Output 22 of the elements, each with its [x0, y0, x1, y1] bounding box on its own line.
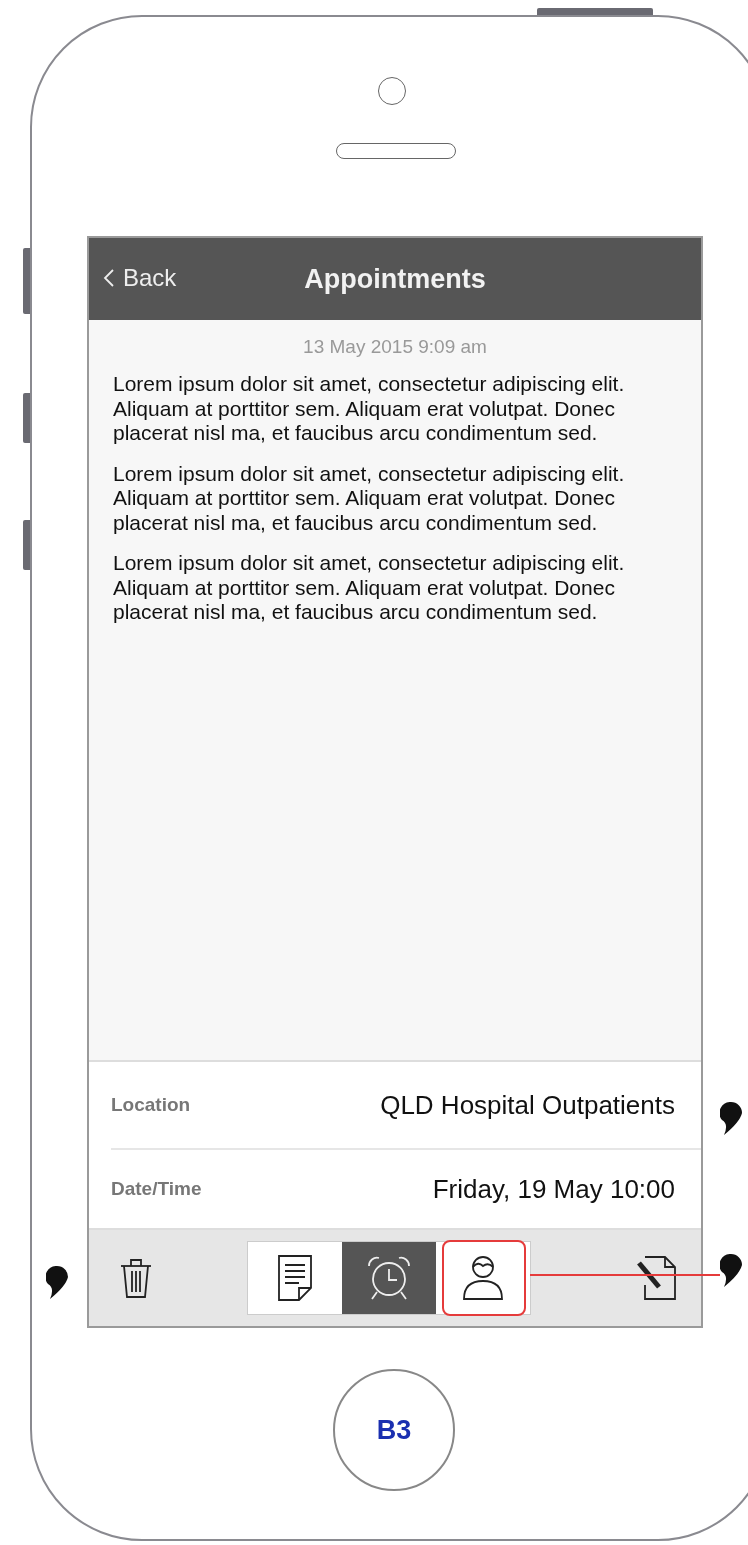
- alarm-tab[interactable]: [342, 1242, 436, 1314]
- chevron-left-icon: [103, 268, 115, 288]
- detail-label: Date/Time: [111, 1178, 202, 1200]
- back-button[interactable]: Back: [101, 262, 179, 294]
- pin-icon: [720, 1102, 742, 1136]
- detail-label: Location: [111, 1094, 191, 1116]
- notes-tab[interactable]: [248, 1242, 342, 1314]
- edit-document-icon[interactable]: [635, 1255, 677, 1301]
- pin-icon: [720, 1254, 742, 1288]
- person-icon: [461, 1254, 505, 1302]
- body-paragraph: Lorem ipsum dolor sit amet, consectetur adipiscing elit. Aliquam at porttitor sem. Aliquam erat volutpat. Donec placerat nisl ma, et faucibus arcu condimentum sed.: [113, 372, 626, 446]
- trash-icon[interactable]: [119, 1257, 153, 1299]
- document-icon: [277, 1254, 313, 1302]
- detail-value: QLD Hospital Outpatients: [380, 1089, 675, 1121]
- body-paragraph: Lorem ipsum dolor sit amet, consectetur adipiscing elit. Aliquam at porttitor sem. Aliquam erat volutpat. Donec placerat nisl ma, et faucibus arcu condimentum sed.: [113, 551, 626, 625]
- detail-value: Friday, 19 May 10:00: [432, 1173, 675, 1205]
- screen-title: Appointments: [304, 263, 486, 295]
- body-paragraph: Lorem ipsum dolor sit amet, consectetur adipiscing elit. Aliquam at porttitor sem. Aliquam erat volutpat. Donec placerat nisl ma, et faucibus arcu condimentum sed.: [113, 461, 626, 535]
- alarm-clock-icon: [365, 1254, 413, 1302]
- home-button[interactable]: B3: [333, 1369, 455, 1491]
- pin-icon: [46, 1266, 68, 1300]
- timestamp: 13 May 2015 9:09 am: [302, 336, 488, 358]
